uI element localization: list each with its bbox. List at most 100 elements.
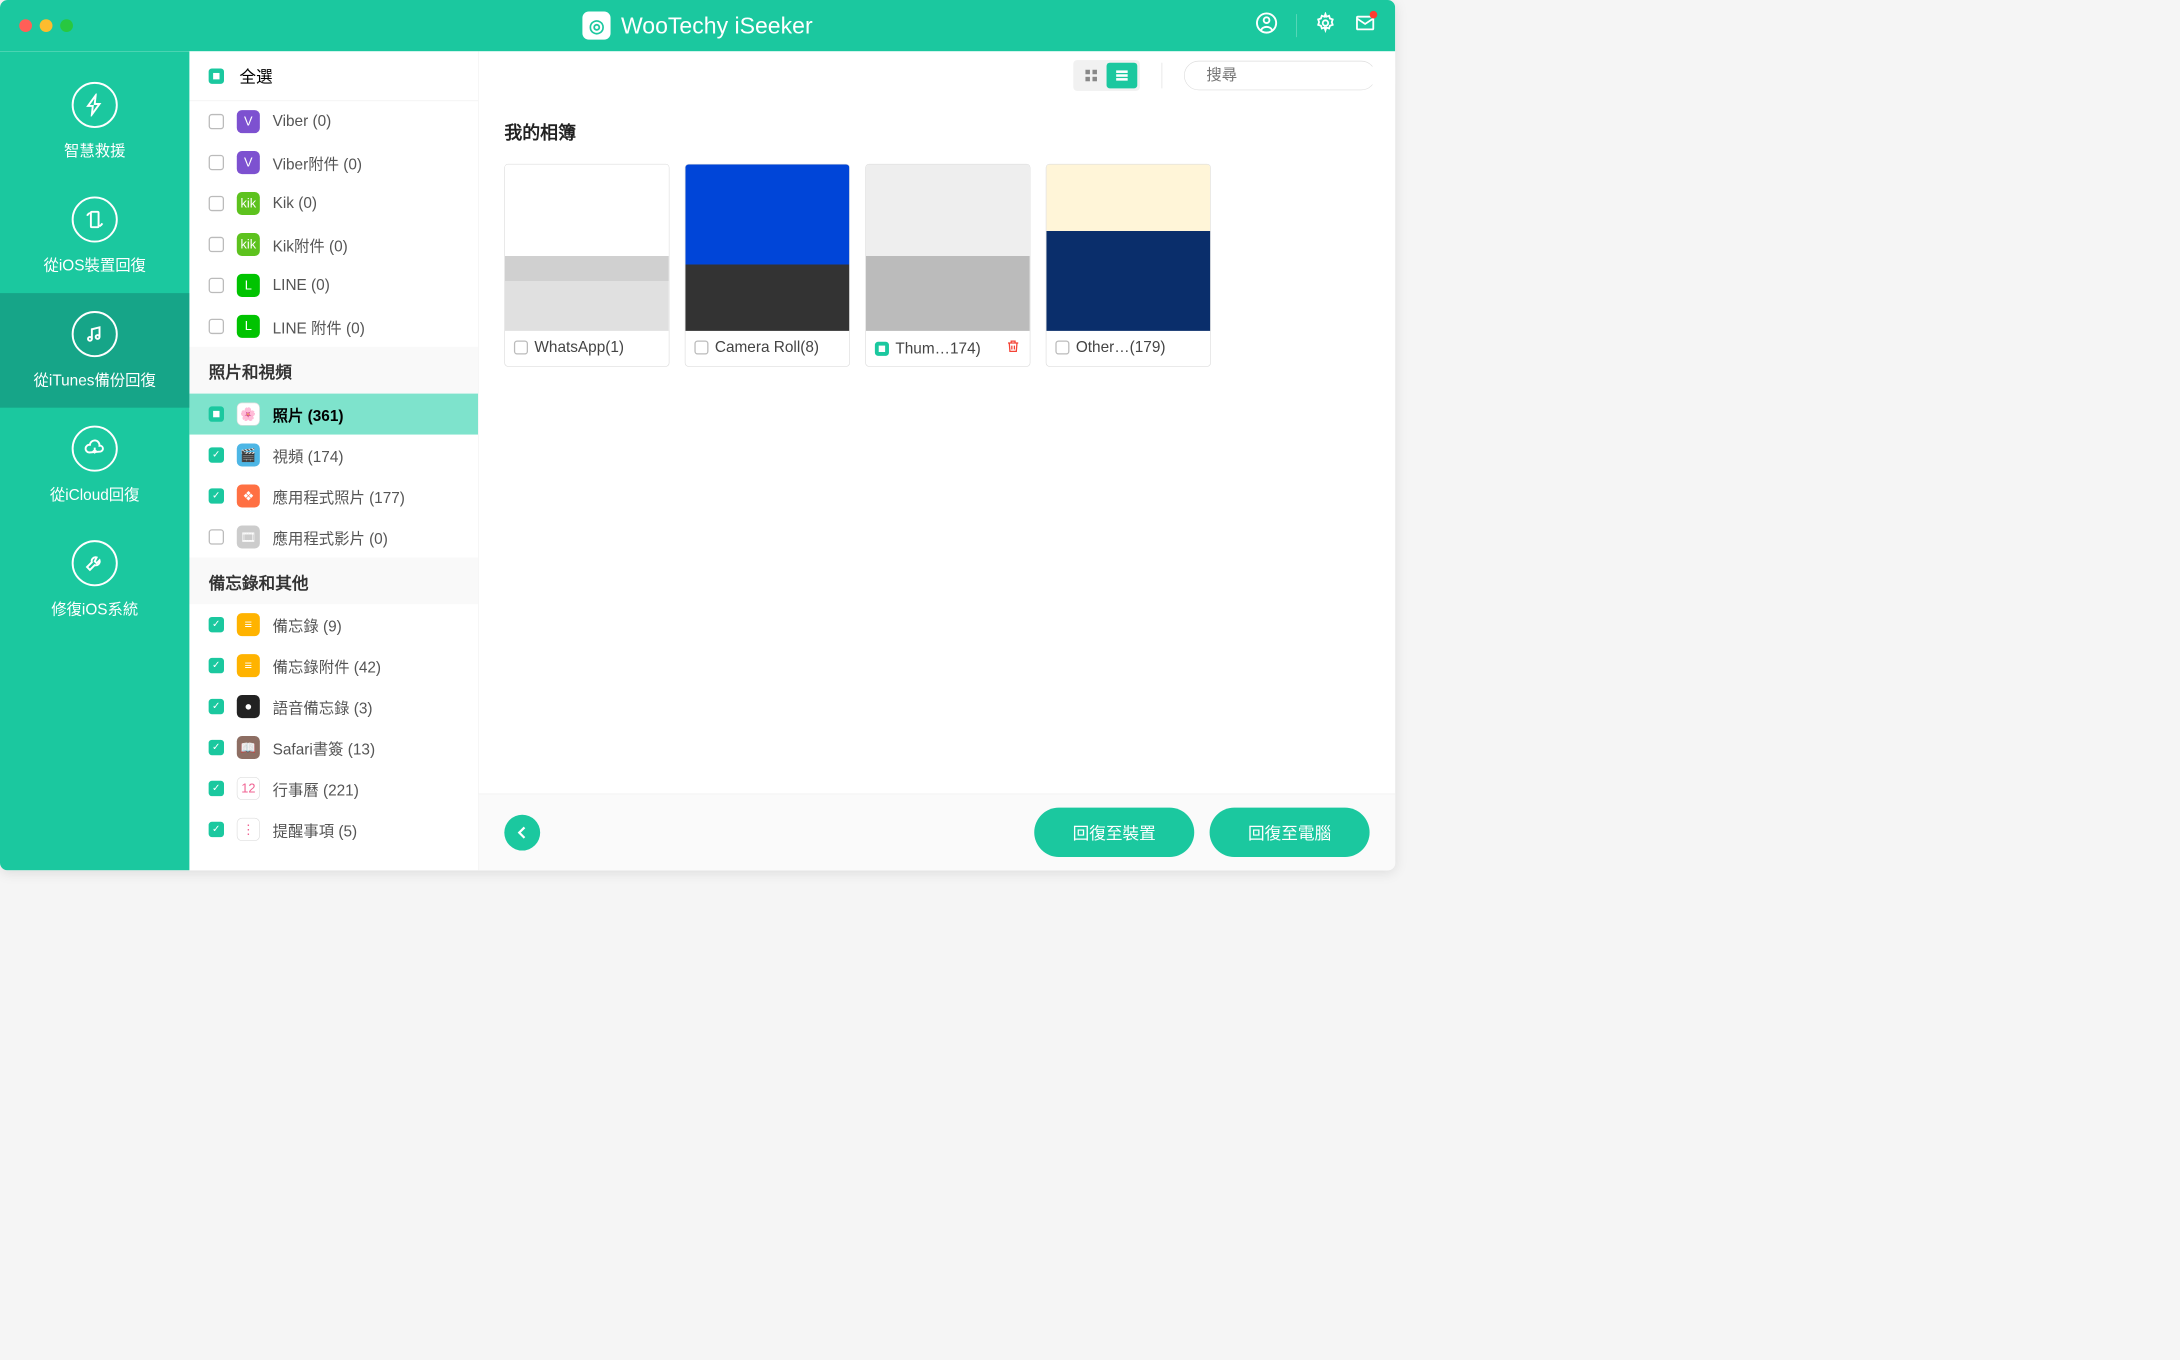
divider: [1162, 63, 1163, 89]
close-icon[interactable]: [19, 19, 32, 32]
checkbox[interactable]: [209, 319, 224, 334]
list-item-label: 提醒事項 (5): [273, 818, 459, 840]
list-item[interactable]: ✓≡備忘錄附件 (42): [189, 645, 478, 686]
list-item[interactable]: ✓❖應用程式照片 (177): [189, 476, 478, 517]
app-icon: kik: [237, 233, 260, 256]
search-box[interactable]: [1184, 61, 1376, 90]
music-refresh-icon: [72, 311, 118, 357]
list-item[interactable]: ✓≡備忘錄 (9): [189, 604, 478, 645]
list-scroll[interactable]: VViber (0)VViber附件 (0) kik Kik (0) kik Kik附件…: [189, 101, 478, 870]
list-item[interactable]: kik Kik附件 (0): [189, 224, 478, 265]
checkbox[interactable]: ✓: [209, 488, 224, 503]
select-all-checkbox[interactable]: [209, 68, 224, 83]
album-card[interactable]: Camera Roll(8): [685, 164, 850, 367]
checkbox[interactable]: [209, 529, 224, 544]
section-header: 備忘錄和其他: [189, 557, 478, 604]
list-item[interactable]: VViber附件 (0): [189, 142, 478, 183]
content-body: 我的相簿 WhatsApp(1)Camera Roll(8)Thum…174)O…: [479, 100, 1395, 794]
list-item[interactable]: ✓🎬視頻 (174): [189, 435, 478, 476]
app-icon: 🌸: [237, 403, 260, 426]
album-footer: Other…(179): [1046, 331, 1210, 364]
bottom-bar: 回復至裝置 回復至電腦: [479, 794, 1395, 871]
album-card[interactable]: Other…(179): [1046, 164, 1211, 367]
album-footer: Camera Roll(8): [685, 331, 849, 364]
notification-dot-icon: [1370, 11, 1378, 19]
recover-to-pc-button[interactable]: 回復至電腦: [1210, 808, 1370, 857]
sidebar-item-label: 從iCloud回復: [50, 482, 140, 504]
recover-to-device-button[interactable]: 回復至裝置: [1034, 808, 1194, 857]
list-item[interactable]: LLINE 附件 (0): [189, 306, 478, 347]
album-footer: Thum…174): [866, 331, 1030, 366]
list-item[interactable]: ✓📖Safari書簽 (13): [189, 727, 478, 768]
list-item-label: 照片 (361): [273, 403, 459, 425]
album-thumbnail: [685, 164, 849, 330]
gear-icon[interactable]: [1315, 12, 1337, 39]
list-item[interactable]: ✓12行事曆 (221): [189, 768, 478, 809]
list-pane: 全選 VViber (0)VViber附件 (0) kik Kik (0) kik Ki…: [189, 51, 478, 870]
account-icon[interactable]: [1255, 12, 1278, 40]
checkbox[interactable]: ✓: [209, 699, 224, 714]
album-grid: WhatsApp(1) Camera Roll(8) Thum…174) Other……: [504, 164, 1369, 367]
list-item[interactable]: ✓●語音備忘錄 (3): [189, 686, 478, 727]
sidebar-item-label: 從iOS裝置回復: [44, 253, 146, 275]
list-item[interactable]: LLINE (0): [189, 265, 478, 306]
sidebar-item-repair[interactable]: 修復iOS系統: [0, 522, 189, 637]
album-card[interactable]: WhatsApp(1): [504, 164, 669, 367]
list-item[interactable]: kik Kik (0): [189, 183, 478, 224]
arrow-left-icon: [513, 823, 531, 841]
checkbox[interactable]: [209, 278, 224, 293]
app-icon: 🎬: [237, 444, 260, 467]
checkbox[interactable]: ✓: [209, 740, 224, 755]
list-item-label: Safari書簽 (13): [273, 736, 459, 758]
body: 智慧救援 從iOS裝置回復 從iTunes備份回復 從iCloud回復 修復iO…: [0, 51, 1395, 870]
list-item[interactable]: 🎞應用程式影片 (0): [189, 516, 478, 557]
checkbox[interactable]: ✓: [209, 781, 224, 796]
back-button[interactable]: [504, 814, 540, 850]
album-label: Camera Roll(8): [715, 339, 840, 357]
select-all-label: 全選: [239, 64, 272, 88]
checkbox[interactable]: [875, 341, 889, 355]
album-card[interactable]: Thum…174): [865, 164, 1030, 367]
checkbox[interactable]: [209, 406, 224, 421]
sidebar-item-itunes[interactable]: 從iTunes備份回復: [0, 293, 189, 408]
app-title: WooTechy iSeeker: [621, 12, 813, 39]
checkbox[interactable]: [209, 237, 224, 252]
list-item-label: LINE (0): [273, 276, 459, 294]
app-icon: kik: [237, 192, 260, 215]
minimize-icon[interactable]: [40, 19, 53, 32]
album-footer: WhatsApp(1): [505, 331, 669, 364]
list-item[interactable]: 🌸 照片 (361): [189, 394, 478, 435]
checkbox[interactable]: ✓: [209, 658, 224, 673]
checkbox[interactable]: ✓: [209, 447, 224, 462]
list-item[interactable]: VViber (0): [189, 101, 478, 142]
sidebar-item-ios-device[interactable]: 從iOS裝置回復: [0, 179, 189, 294]
select-all-row[interactable]: 全選: [189, 51, 478, 101]
list-item-label: Kik附件 (0): [273, 233, 459, 255]
app-icon: V: [237, 110, 260, 133]
mail-icon[interactable]: [1354, 12, 1376, 39]
maximize-icon[interactable]: [60, 19, 73, 32]
album-label: WhatsApp(1): [534, 339, 659, 357]
list-item[interactable]: ✓ ⋮ 提醒事項 (5): [189, 809, 478, 850]
search-input[interactable]: [1206, 67, 1395, 85]
checkbox[interactable]: [694, 340, 708, 354]
grid-view-button[interactable]: [1076, 63, 1107, 89]
trash-icon[interactable]: [1005, 339, 1020, 359]
content-pane: 我的相簿 WhatsApp(1)Camera Roll(8)Thum…174)O…: [479, 51, 1395, 870]
checkbox[interactable]: [1055, 340, 1069, 354]
album-thumbnail: [1046, 164, 1210, 330]
sidebar-item-smart-rescue[interactable]: 智慧救援: [0, 64, 189, 179]
checkbox[interactable]: ✓: [209, 822, 224, 837]
checkbox[interactable]: [514, 340, 528, 354]
list-item-label: Kik (0): [273, 195, 459, 213]
checkbox[interactable]: [209, 155, 224, 170]
sidebar-item-icloud[interactable]: 從iCloud回復: [0, 408, 189, 523]
checkbox[interactable]: ✓: [209, 617, 224, 632]
app-icon: ⋮: [237, 818, 260, 841]
app-icon: ❖: [237, 484, 260, 507]
checkbox[interactable]: [209, 196, 224, 211]
album-thumbnail: [505, 164, 669, 330]
list-view-button[interactable]: [1107, 63, 1138, 89]
list-item-label: 應用程式影片 (0): [273, 526, 459, 548]
checkbox[interactable]: [209, 114, 224, 129]
